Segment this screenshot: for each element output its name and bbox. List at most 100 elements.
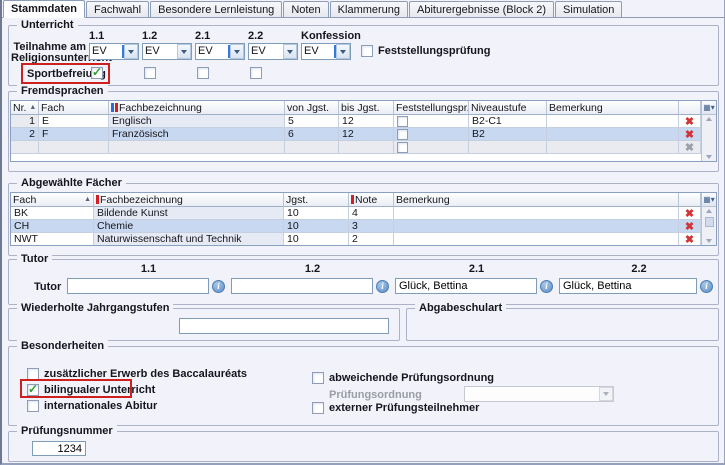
column-header-fachbezeichnung[interactable]: Fachbezeichnung bbox=[94, 193, 284, 207]
vertical-scrollbar[interactable] bbox=[702, 207, 716, 245]
column-header-von-jgst[interactable]: von Jgst. bbox=[285, 101, 339, 115]
chevron-down-icon[interactable] bbox=[230, 44, 244, 59]
column-header-bemerkung[interactable]: Bemerkung bbox=[547, 101, 679, 115]
sportbefreiung-checkbox-2-1[interactable] bbox=[197, 67, 209, 79]
chevron-down-icon[interactable] bbox=[177, 44, 191, 59]
cell-jgst[interactable]: 10 bbox=[284, 220, 349, 233]
cell-fach[interactable]: BK bbox=[11, 207, 94, 220]
pruefungsnummer-input[interactable] bbox=[32, 441, 86, 456]
table-row[interactable]: 1 E Englisch 5 12 B2-C1 ✖ bbox=[11, 115, 701, 128]
cell-bemerkung[interactable] bbox=[394, 207, 679, 220]
abweichende-pruefungsordnung-checkbox[interactable] bbox=[312, 372, 324, 384]
delete-row-button[interactable]: ✖ bbox=[679, 207, 701, 220]
sportbefreiung-checkbox-2-2[interactable] bbox=[250, 67, 262, 79]
feststellungspr-checkbox[interactable] bbox=[397, 116, 408, 127]
internationales-abitur-checkbox[interactable] bbox=[27, 400, 39, 412]
info-icon[interactable]: i bbox=[376, 280, 389, 293]
tab-stammdaten[interactable]: Stammdaten bbox=[3, 0, 85, 18]
info-icon[interactable]: i bbox=[540, 280, 553, 293]
column-header-note[interactable]: Note bbox=[349, 193, 394, 207]
religion-combo-2-2[interactable]: EV bbox=[248, 43, 298, 60]
delete-row-button[interactable]: ✖ bbox=[679, 128, 701, 141]
cell-niveaustufe[interactable] bbox=[469, 141, 547, 154]
cell-von-jgst[interactable] bbox=[285, 141, 339, 154]
cell-note[interactable]: 3 bbox=[349, 220, 394, 233]
cell-bemerkung[interactable] bbox=[547, 115, 679, 128]
cell-niveaustufe[interactable]: B2-C1 bbox=[469, 115, 547, 128]
scroll-up-icon[interactable] bbox=[706, 209, 712, 213]
feststellungspr-checkbox[interactable] bbox=[397, 129, 408, 140]
scrollbar-thumb[interactable] bbox=[705, 217, 714, 227]
cell-fach[interactable] bbox=[39, 141, 109, 154]
cell-fach[interactable]: F bbox=[39, 128, 109, 141]
sportbefreiung-checkbox-1-2[interactable] bbox=[144, 67, 156, 79]
externer-pruefungsteilnehmer-checkbox[interactable] bbox=[312, 402, 324, 414]
cell-bemerkung[interactable] bbox=[547, 141, 679, 154]
table-row[interactable]: BK Bildende Kunst 10 4 ✖ bbox=[11, 207, 701, 220]
column-header-bis-jgst[interactable]: bis Jgst. bbox=[339, 101, 394, 115]
tab-klammerung[interactable]: Klammerung bbox=[330, 1, 408, 17]
cell-fach[interactable]: CH bbox=[11, 220, 94, 233]
cell-jgst[interactable]: 10 bbox=[284, 207, 349, 220]
table-row[interactable]: NWT Naturwissenschaft und Technik 10 2 ✖ bbox=[11, 233, 701, 245]
cell-bemerkung[interactable] bbox=[394, 233, 679, 245]
cell-fach[interactable]: E bbox=[39, 115, 109, 128]
column-picker-icon[interactable]: ▦▾ bbox=[702, 101, 716, 115]
scroll-down-icon[interactable] bbox=[706, 155, 712, 159]
table-row-selected[interactable]: 2 F Französisch 6 12 B2 ✖ bbox=[11, 128, 701, 141]
column-picker-icon[interactable]: ▦▾ bbox=[702, 193, 716, 207]
tab-abiturergebnisse[interactable]: Abiturergebnisse (Block 2) bbox=[409, 1, 554, 17]
tutor-input-1-1[interactable] bbox=[67, 278, 209, 294]
cell-fach[interactable]: NWT bbox=[11, 233, 94, 245]
column-header-bemerkung[interactable]: Bemerkung bbox=[394, 193, 679, 207]
chevron-down-icon[interactable] bbox=[124, 44, 138, 59]
cell-note[interactable]: 4 bbox=[349, 207, 394, 220]
column-header-fach[interactable]: Fach▲ bbox=[11, 193, 94, 207]
tutor-input-2-1[interactable] bbox=[395, 278, 537, 294]
column-header-niveaustufe[interactable]: Niveaustufe bbox=[469, 101, 547, 115]
delete-row-button[interactable]: ✖ bbox=[679, 115, 701, 128]
info-icon[interactable]: i bbox=[212, 280, 225, 293]
baccalaureat-checkbox[interactable] bbox=[27, 368, 39, 380]
chevron-down-icon[interactable] bbox=[283, 44, 297, 59]
scroll-up-icon[interactable] bbox=[706, 117, 712, 121]
column-header-feststellungspr[interactable]: Feststellungspr. bbox=[394, 101, 469, 115]
tutor-input-2-2[interactable] bbox=[559, 278, 697, 294]
column-header-fachbezeichnung[interactable]: Fachbezeichnung bbox=[109, 101, 285, 115]
cell-von-jgst[interactable]: 5 bbox=[285, 115, 339, 128]
tab-noten[interactable]: Noten bbox=[283, 1, 328, 17]
cell-bis-jgst[interactable]: 12 bbox=[339, 128, 394, 141]
delete-row-button[interactable]: ✖ bbox=[679, 233, 701, 245]
column-header-jgst[interactable]: Jgst. bbox=[284, 193, 349, 207]
cell-bis-jgst[interactable]: 12 bbox=[339, 115, 394, 128]
religion-combo-2-1[interactable]: EV bbox=[195, 43, 245, 60]
wiederholte-jahrgangstufen-input[interactable] bbox=[179, 318, 389, 334]
scroll-down-icon[interactable] bbox=[706, 239, 712, 243]
cell-von-jgst[interactable]: 6 bbox=[285, 128, 339, 141]
religion-combo-1-2[interactable]: EV bbox=[142, 43, 192, 60]
feststellungspr-checkbox[interactable] bbox=[397, 142, 408, 153]
cell-jgst[interactable]: 10 bbox=[284, 233, 349, 245]
tutor-input-1-2[interactable] bbox=[231, 278, 373, 294]
delete-row-button[interactable]: ✖ bbox=[679, 220, 701, 233]
column-header-fach[interactable]: Fach bbox=[39, 101, 109, 115]
table-row-selected[interactable]: CH Chemie 10 3 ✖ bbox=[11, 220, 701, 233]
feststellungspruefung-checkbox[interactable] bbox=[361, 45, 373, 57]
tab-simulation[interactable]: Simulation bbox=[555, 1, 622, 17]
cell-niveaustufe[interactable]: B2 bbox=[469, 128, 547, 141]
cell-note[interactable]: 2 bbox=[349, 233, 394, 245]
bilingualer-unterricht-checkbox[interactable] bbox=[27, 384, 39, 396]
vertical-scrollbar[interactable] bbox=[702, 115, 716, 161]
cell-bemerkung[interactable] bbox=[394, 220, 679, 233]
info-icon[interactable]: i bbox=[700, 280, 713, 293]
cell-bis-jgst[interactable] bbox=[339, 141, 394, 154]
tab-besondere-lernleistung[interactable]: Besondere Lernleistung bbox=[150, 1, 282, 17]
sportbefreiung-checkbox-1-1[interactable] bbox=[91, 67, 103, 79]
table-row-empty[interactable]: ✖ bbox=[11, 141, 701, 154]
tab-fachwahl[interactable]: Fachwahl bbox=[86, 1, 149, 17]
column-header-nr[interactable]: Nr.▲ bbox=[11, 101, 39, 115]
religion-combo-1-1[interactable]: EV bbox=[89, 43, 139, 60]
chevron-down-icon[interactable] bbox=[336, 44, 350, 59]
cell-bemerkung[interactable] bbox=[547, 128, 679, 141]
konfession-combo[interactable]: EV bbox=[301, 43, 351, 60]
